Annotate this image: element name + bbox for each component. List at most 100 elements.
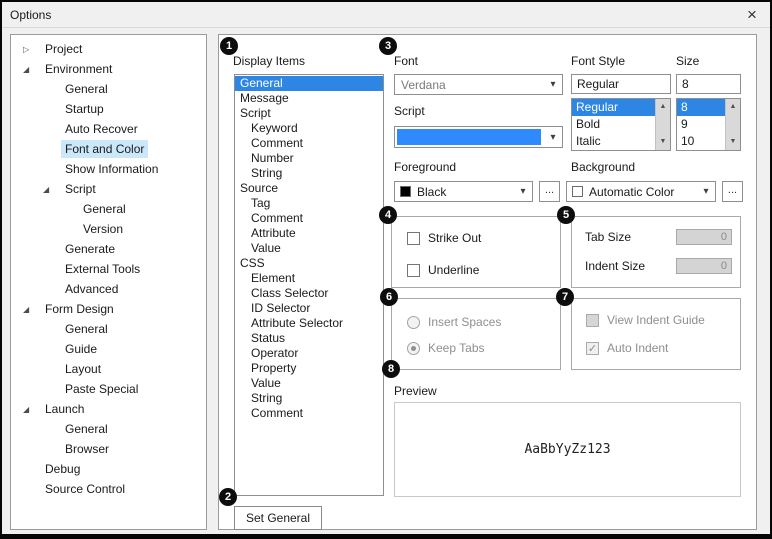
font-style-option-regular[interactable]: Regular <box>572 99 655 116</box>
step-badge-6: 6 <box>380 288 398 306</box>
tree-item-label: Font and Color <box>61 140 148 158</box>
size-input[interactable]: 8 <box>676 74 741 94</box>
expanded-expander-icon[interactable]: ◢ <box>43 185 61 194</box>
tree-item-script[interactable]: ◢Script <box>11 179 206 199</box>
display-item-comment[interactable]: Comment <box>235 406 383 421</box>
options-dialog: Options × ▷Project◢EnvironmentGeneralSta… <box>0 0 772 539</box>
font-family-select[interactable]: Verdana ▾ <box>394 74 563 95</box>
scroll-up-icon[interactable]: ▲ <box>726 100 740 114</box>
display-item-script[interactable]: Script <box>235 106 383 121</box>
tree-item-label: General <box>61 420 112 438</box>
tree-item-external-tools[interactable]: External Tools <box>11 259 206 279</box>
display-item-css[interactable]: CSS <box>235 256 383 271</box>
tree-item-font-and-color[interactable]: Font and Color <box>11 139 206 159</box>
display-item-comment[interactable]: Comment <box>235 211 383 226</box>
display-item-operator[interactable]: Operator <box>235 346 383 361</box>
keep-tabs-radio <box>407 342 420 355</box>
tree-item-environment[interactable]: ◢Environment <box>11 59 206 79</box>
expanded-expander-icon[interactable]: ◢ <box>23 305 41 314</box>
background-color-select[interactable]: Automatic Color ▾ <box>566 181 716 202</box>
font-style-option-italic[interactable]: Italic <box>572 133 655 150</box>
options-tree: ▷Project◢EnvironmentGeneralStartupAuto R… <box>10 34 207 530</box>
foreground-value: Black <box>411 185 446 199</box>
display-item-number[interactable]: Number <box>235 151 383 166</box>
tree-item-advanced[interactable]: Advanced <box>11 279 206 299</box>
view-indent-guide-label: View Indent Guide <box>607 313 705 327</box>
tree-item-show-information[interactable]: Show Information <box>11 159 206 179</box>
display-item-attribute[interactable]: Attribute <box>235 226 383 241</box>
foreground-color-select[interactable]: Black ▾ <box>394 181 533 202</box>
font-style-scrollbar[interactable]: ▲ ▼ <box>655 99 670 150</box>
display-item-general[interactable]: General <box>235 76 383 91</box>
display-item-comment[interactable]: Comment <box>235 136 383 151</box>
underline-checkbox[interactable] <box>407 264 420 277</box>
size-option-10[interactable]: 10 <box>677 133 725 150</box>
display-item-id-selector[interactable]: ID Selector <box>235 301 383 316</box>
tree-item-label: Form Design <box>41 300 118 318</box>
display-item-property[interactable]: Property <box>235 361 383 376</box>
background-label: Background <box>571 160 635 174</box>
script-label: Script <box>394 104 425 118</box>
tree-item-source-control[interactable]: Source Control <box>11 479 206 499</box>
display-item-attribute-selector[interactable]: Attribute Selector <box>235 316 383 331</box>
tree-item-startup[interactable]: Startup <box>11 99 206 119</box>
tree-item-launch[interactable]: ◢Launch <box>11 399 206 419</box>
size-label: Size <box>676 54 699 68</box>
tree-item-form-design[interactable]: ◢Form Design <box>11 299 206 319</box>
script-select[interactable]: ▾ <box>394 126 563 148</box>
tree-item-label: Generate <box>61 240 119 258</box>
display-item-element[interactable]: Element <box>235 271 383 286</box>
display-item-message[interactable]: Message <box>235 91 383 106</box>
text-effects-group: Strike Out Underline <box>391 216 561 288</box>
tree-item-guide[interactable]: Guide <box>11 339 206 359</box>
tree-item-layout[interactable]: Layout <box>11 359 206 379</box>
display-item-string[interactable]: String <box>235 166 383 181</box>
tab-size-input: 0 <box>676 229 732 245</box>
tree-item-label: General <box>79 200 130 218</box>
strike-out-checkbox[interactable] <box>407 232 420 245</box>
expanded-expander-icon[interactable]: ◢ <box>23 65 41 74</box>
background-value: Automatic Color <box>583 185 674 199</box>
expanded-expander-icon[interactable]: ◢ <box>23 405 41 414</box>
display-item-source[interactable]: Source <box>235 181 383 196</box>
size-option-8[interactable]: 8 <box>677 99 725 116</box>
tree-item-version[interactable]: Version <box>11 219 206 239</box>
tree-item-debug[interactable]: Debug <box>11 459 206 479</box>
step-badge-5: 5 <box>557 206 575 224</box>
font-style-option-bold[interactable]: Bold <box>572 116 655 133</box>
display-item-tag[interactable]: Tag <box>235 196 383 211</box>
tree-item-label: Layout <box>61 360 105 378</box>
tree-item-general[interactable]: General <box>11 199 206 219</box>
tree-item-general[interactable]: General <box>11 79 206 99</box>
display-item-class-selector[interactable]: Class Selector <box>235 286 383 301</box>
set-general-button[interactable]: Set General <box>234 506 322 530</box>
tree-item-browser[interactable]: Browser <box>11 439 206 459</box>
collapsed-expander-icon[interactable]: ▷ <box>23 45 41 54</box>
auto-indent-label: Auto Indent <box>607 341 668 355</box>
display-items-list: GeneralMessageScriptKeywordCommentNumber… <box>234 74 384 496</box>
size-option-9[interactable]: 9 <box>677 116 725 133</box>
scroll-up-icon[interactable]: ▲ <box>656 100 670 114</box>
display-item-status[interactable]: Status <box>235 331 383 346</box>
tree-item-generate[interactable]: Generate <box>11 239 206 259</box>
tab-size-label: Tab Size <box>585 230 631 244</box>
display-item-keyword[interactable]: Keyword <box>235 121 383 136</box>
font-style-input[interactable]: Regular <box>571 74 671 94</box>
background-more-button[interactable]: ... <box>722 181 743 202</box>
background-swatch-icon <box>572 186 583 197</box>
tree-item-general[interactable]: General <box>11 419 206 439</box>
size-scrollbar[interactable]: ▲ ▼ <box>725 99 740 150</box>
close-icon[interactable]: × <box>734 5 770 25</box>
foreground-more-button[interactable]: ... <box>539 181 560 202</box>
display-item-value[interactable]: Value <box>235 241 383 256</box>
scroll-down-icon[interactable]: ▼ <box>726 135 740 149</box>
display-item-value[interactable]: Value <box>235 376 383 391</box>
tree-item-project[interactable]: ▷Project <box>11 39 206 59</box>
tree-item-paste-special[interactable]: Paste Special <box>11 379 206 399</box>
tree-item-general[interactable]: General <box>11 319 206 339</box>
tab-settings-group: Tab Size 0 Indent Size 0 <box>571 216 741 288</box>
scroll-down-icon[interactable]: ▼ <box>656 135 670 149</box>
tree-item-auto-recover[interactable]: Auto Recover <box>11 119 206 139</box>
tree-item-label: Launch <box>41 400 88 418</box>
display-item-string[interactable]: String <box>235 391 383 406</box>
